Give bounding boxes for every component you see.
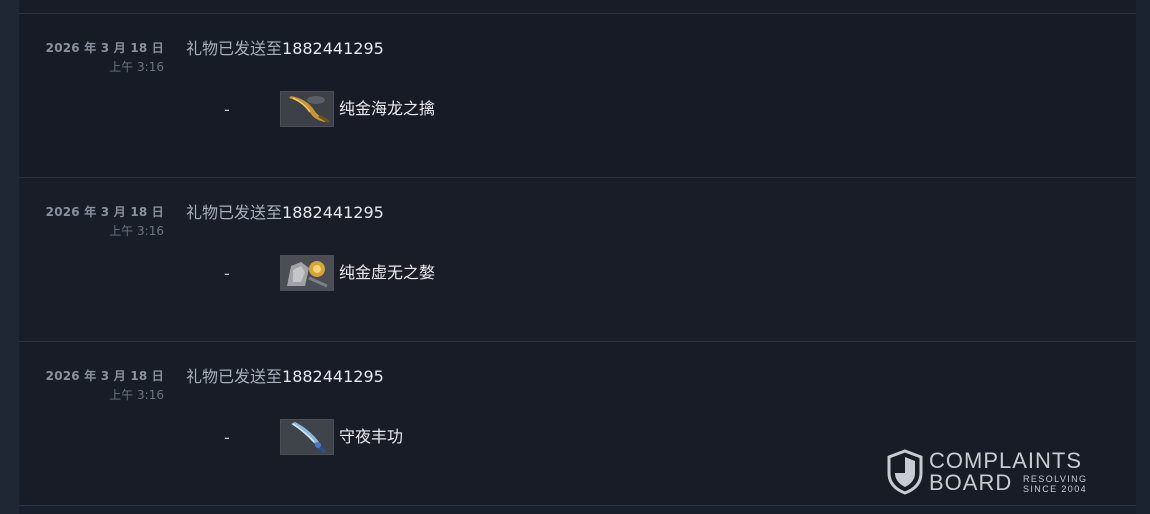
history-row: 2026 年 3 月 18 日 上午 3:16 礼物已发送至1882441295… [19,178,1136,342]
history-table: 2026 年 3 月 18 日 上午 3:16 礼物已发送至1882441295… [19,0,1136,514]
purchase-history-page: 2026 年 3 月 18 日 上午 3:16 礼物已发送至1882441295… [0,0,1150,514]
recipient-id: 1882441295 [282,39,384,58]
left-gutter [0,0,19,514]
item-name[interactable]: 守夜丰功 [339,427,403,447]
gift-sent-label: 礼物已发送至 [186,203,283,222]
logo-text-board: BOARD [929,470,1013,495]
gift-sent-label: 礼物已发送至 [186,367,283,386]
recipient-id: 1882441295 [282,203,384,222]
row-description: 礼物已发送至1882441295 [186,39,384,59]
wallet-change: - [224,264,230,283]
complaints-board-logo: COMPLAINTS BOARD RESOLVING SINCE 2004 [887,449,1107,497]
row-date: 2026 年 3 月 18 日 [45,205,164,219]
history-row: 2026 年 3 月 18 日 上午 3:16 礼物已发送至1882441295… [19,14,1136,178]
item-name[interactable]: 纯金海龙之擒 [339,99,435,119]
wallet-change: - [224,428,230,447]
logo-tagline-1: RESOLVING [1023,474,1088,484]
row-description: 礼物已发送至1882441295 [186,203,384,223]
previous-row-edge [19,0,1136,14]
next-row-edge [19,506,1136,514]
row-time: 上午 3:16 [109,224,164,238]
row-date: 2026 年 3 月 18 日 [45,41,164,55]
logo-text-complaints: COMPLAINTS [929,448,1083,473]
row-date: 2026 年 3 月 18 日 [45,369,164,383]
logo-tagline-2: SINCE 2004 [1023,484,1088,494]
shield-icon [887,449,923,495]
wallet-change: - [224,100,230,119]
row-time: 上午 3:16 [109,388,164,402]
scrollbar-track[interactable] [1136,0,1150,514]
golden-blade-icon[interactable] [280,91,334,127]
row-time: 上午 3:16 [109,60,164,74]
gift-sent-label: 礼物已发送至 [186,39,283,58]
item-name[interactable]: 纯金虚无之嫯 [339,263,435,283]
recipient-id: 1882441295 [282,367,384,386]
golden-armor-icon[interactable] [280,255,334,291]
frost-blade-icon[interactable] [280,419,334,455]
row-description: 礼物已发送至1882441295 [186,367,384,387]
